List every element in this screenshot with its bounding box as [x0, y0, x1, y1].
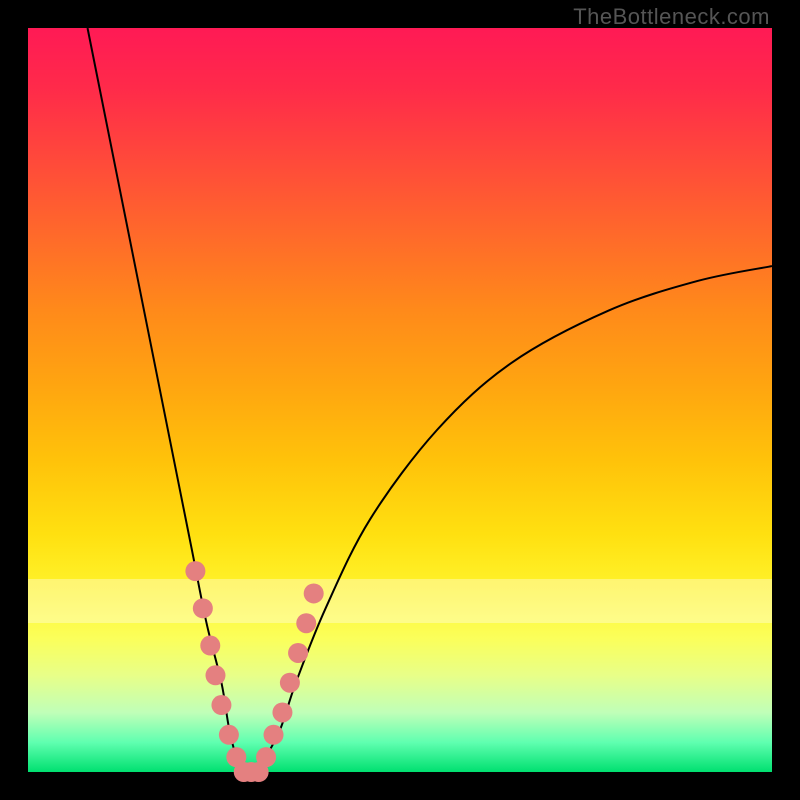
plot-area [28, 28, 772, 772]
data-point [280, 673, 300, 693]
chart-container: TheBottleneck.com [0, 0, 800, 800]
data-point [256, 747, 276, 767]
data-point [211, 695, 231, 715]
data-point [200, 636, 220, 656]
data-point [272, 702, 292, 722]
curve-svg [28, 28, 772, 772]
highlighted-points [185, 561, 323, 782]
data-point [264, 725, 284, 745]
data-point [219, 725, 239, 745]
data-point [304, 583, 324, 603]
data-point [193, 598, 213, 618]
data-point [185, 561, 205, 581]
bottleneck-curve [88, 28, 772, 773]
attribution-label: TheBottleneck.com [573, 4, 770, 30]
data-point [296, 613, 316, 633]
data-point [205, 665, 225, 685]
data-point [288, 643, 308, 663]
